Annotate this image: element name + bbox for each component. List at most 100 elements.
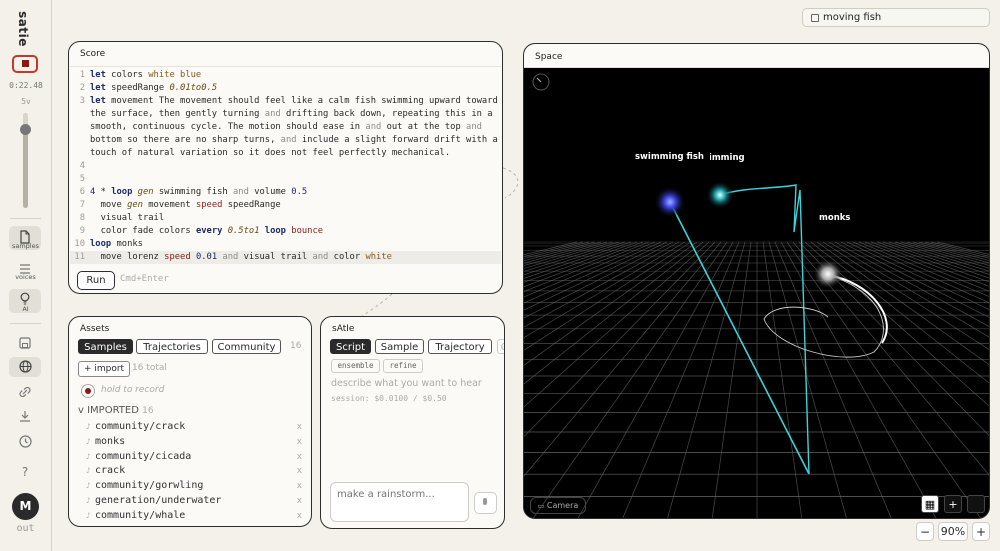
space-header: Space bbox=[524, 44, 989, 68]
code-line: 9 color fade colors every 0.5to1 loop bo… bbox=[79, 226, 324, 236]
checkbox-icon bbox=[811, 14, 819, 22]
remove-asset-button[interactable]: x bbox=[297, 435, 302, 449]
code-line: 5 bbox=[79, 174, 85, 184]
asset-list-item[interactable]: ♪ community/crack x bbox=[78, 420, 302, 434]
zoom-out-button[interactable]: − bbox=[916, 522, 934, 541]
samples-label: samples bbox=[11, 242, 40, 250]
tab-trajectory[interactable]: Trajectory bbox=[428, 339, 492, 354]
asset-list-item[interactable]: ♪ generation/underwater x bbox=[78, 494, 302, 508]
space-viewport[interactable] bbox=[524, 67, 990, 519]
prompt-field[interactable] bbox=[330, 482, 469, 522]
imported-section-header[interactable]: v IMPORTED 16 bbox=[78, 405, 154, 416]
download-icon bbox=[20, 411, 30, 422]
music-note-icon: ♪ bbox=[86, 451, 91, 461]
globe-button[interactable] bbox=[9, 357, 41, 377]
tab-sample[interactable]: Sample bbox=[375, 339, 424, 354]
code-line: 7 move gen movement speed speedRange bbox=[79, 200, 281, 210]
assets-title: Assets bbox=[80, 324, 110, 334]
code-line: smooth, continuous cycle. The motion sho… bbox=[90, 122, 482, 132]
music-note-icon: ♪ bbox=[86, 436, 91, 446]
source-label: swimming fish bbox=[710, 153, 745, 165]
left-rail: satie 0:22.48 5v samples voices AI ? M o… bbox=[0, 0, 52, 551]
code-line: 10 loop monks bbox=[74, 239, 143, 249]
remove-asset-button[interactable]: x bbox=[297, 479, 302, 493]
microphone-button[interactable] bbox=[474, 492, 497, 514]
tab-trajectories[interactable]: Trajectories bbox=[136, 339, 208, 354]
music-note-icon: ♪ bbox=[86, 510, 91, 520]
globe-icon bbox=[18, 360, 32, 373]
code-line: 2 let speedRange 0.01to0.5 bbox=[79, 83, 218, 93]
app-title: satie bbox=[15, 11, 30, 47]
fish-trajectory bbox=[669, 201, 810, 475]
orientation-needle bbox=[536, 77, 542, 83]
code-line: 4 bbox=[79, 161, 85, 171]
source-swimming-fish[interactable] bbox=[654, 186, 686, 218]
music-note-icon: ♪ bbox=[86, 422, 91, 431]
download-button[interactable] bbox=[9, 407, 41, 427]
avatar[interactable]: M bbox=[12, 493, 39, 520]
asset-list-item[interactable]: ♪ community/gorwling x bbox=[78, 479, 302, 493]
save-button[interactable] bbox=[9, 334, 41, 354]
volume-slider[interactable] bbox=[20, 113, 31, 208]
record-button[interactable] bbox=[81, 384, 95, 398]
project-name-field[interactable] bbox=[802, 8, 990, 27]
history-button[interactable] bbox=[9, 432, 41, 452]
microphone-icon bbox=[483, 498, 487, 505]
music-note-icon: ♪ bbox=[86, 496, 91, 505]
ground-grid bbox=[524, 241, 989, 518]
asset-list-item[interactable]: ♪ monks x bbox=[78, 435, 302, 449]
code-line: 64 * loop gen swimming fish and volume 0… bbox=[79, 187, 308, 197]
source-monks[interactable] bbox=[813, 259, 843, 289]
remove-asset-button[interactable]: x bbox=[297, 464, 302, 478]
chip-refine[interactable]: refine bbox=[383, 359, 423, 373]
asset-list-item[interactable]: ♪ crack x bbox=[78, 464, 302, 478]
chip-ensemble[interactable]: ensemble bbox=[331, 359, 380, 373]
import-button[interactable]: + import bbox=[78, 361, 130, 377]
remove-asset-button[interactable]: x bbox=[297, 494, 302, 508]
session-cost: session: $0.0100 / $0.50 bbox=[331, 394, 447, 403]
asset-name: community/cicada bbox=[95, 450, 192, 462]
camera-button[interactable]: ▭ Camera bbox=[530, 497, 586, 514]
tab-community[interactable]: Community bbox=[212, 339, 281, 354]
run-button[interactable]: Run bbox=[77, 271, 115, 290]
zoom-in-button[interactable]: + bbox=[972, 522, 990, 541]
score-panel: Score 1 let colors white blue 2 let speedR… bbox=[68, 41, 503, 294]
code-line: 8 visual trail bbox=[79, 213, 165, 223]
assistant-panel: sAtIe Script Sample Trajectory C ensembl… bbox=[320, 316, 505, 529]
score-title: Score bbox=[80, 49, 106, 59]
voices-label: voices bbox=[15, 273, 36, 281]
assets-count: 16 bbox=[290, 341, 302, 351]
asset-name: monks bbox=[95, 435, 126, 447]
source-swimming-fish[interactable] bbox=[706, 181, 734, 209]
add-source-button[interactable]: + bbox=[944, 495, 962, 513]
clock-icon bbox=[18, 435, 32, 448]
project-name-input[interactable] bbox=[823, 10, 983, 25]
asset-list-item[interactable]: ♪ community/cicada x bbox=[78, 450, 302, 464]
code-line: 1 let colors white blue bbox=[79, 70, 202, 80]
hold-to-record-label: hold to record bbox=[101, 385, 165, 395]
zoom-level: 90% bbox=[938, 522, 968, 541]
view-button[interactable] bbox=[967, 495, 985, 513]
remove-asset-button[interactable]: x bbox=[297, 509, 302, 523]
grid-toggle-button[interactable]: ▦ bbox=[921, 495, 939, 513]
stop-button[interactable] bbox=[12, 55, 38, 73]
tab-script[interactable]: Script bbox=[330, 339, 371, 354]
help-button[interactable]: ? bbox=[9, 465, 41, 485]
save-icon bbox=[19, 337, 31, 349]
elapsed-time: 0:22.48 bbox=[9, 81, 43, 90]
prompt-input[interactable] bbox=[337, 489, 462, 500]
space-title: Space bbox=[535, 52, 563, 62]
code-line: 3 let movement The movement should feel l… bbox=[79, 96, 498, 106]
volume-knob[interactable] bbox=[20, 124, 31, 136]
tab-samples[interactable]: Samples bbox=[78, 339, 133, 354]
asset-list-item[interactable]: ♪ community/whale x bbox=[78, 509, 302, 523]
remove-asset-button[interactable]: x bbox=[297, 450, 302, 464]
asset-name: crack bbox=[95, 465, 126, 477]
space-panel: Space swimming fish swimming fish monk bbox=[523, 43, 990, 519]
music-note-icon: ♪ bbox=[86, 466, 91, 476]
remove-asset-button[interactable]: x bbox=[297, 420, 302, 434]
tab-more[interactable]: C bbox=[497, 339, 504, 354]
asset-name: community/whale bbox=[95, 509, 186, 521]
link-button[interactable] bbox=[9, 382, 41, 402]
score-editor[interactable]: 1 let colors white blue 2 let speedRange 0… bbox=[70, 66, 501, 267]
